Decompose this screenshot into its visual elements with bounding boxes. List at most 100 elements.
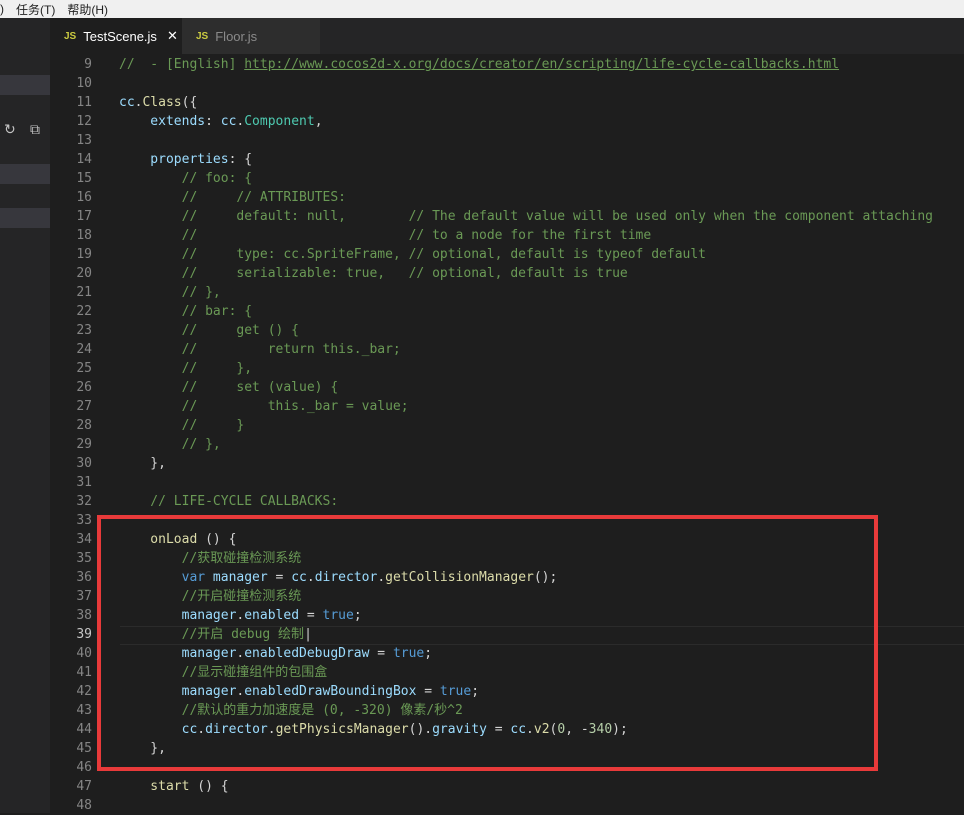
line-number: 43 (76, 703, 92, 718)
line-number: 34 (76, 532, 92, 547)
code-line[interactable]: 14 properties: { (50, 150, 964, 169)
code-text: // return this._bar; (119, 340, 401, 359)
code-token: // }, (119, 361, 253, 376)
collapse-all-icon[interactable]: ⧉ (30, 121, 40, 138)
menu-item-help[interactable]: 帮助(H) (67, 1, 108, 18)
code-line[interactable]: 16 // // ATTRIBUTES: (50, 188, 964, 207)
line-number: 45 (76, 741, 92, 756)
code-text: start () { (119, 777, 228, 796)
code-text: }, (119, 454, 166, 473)
code-text: // this._bar = value; (119, 397, 409, 416)
code-line[interactable]: 47 start () { (50, 777, 964, 796)
code-line[interactable]: 32 // LIFE-CYCLE CALLBACKS: (50, 492, 964, 511)
code-text: // foo: { (119, 169, 252, 188)
line-number: 12 (76, 114, 92, 129)
line-number: 33 (76, 513, 92, 528)
code-line[interactable]: 22 // bar: { (50, 302, 964, 321)
line-number: 19 (76, 247, 92, 262)
code-line[interactable]: 21 // }, (50, 283, 964, 302)
line-number: 14 (76, 152, 92, 167)
code-token: // default: null, // The default value w… (119, 209, 933, 224)
menu-item-partial[interactable]: ) (0, 2, 4, 16)
code-line[interactable]: 27 // this._bar = value; (50, 397, 964, 416)
line-number: 17 (76, 209, 92, 224)
menu-bar: ) 任务(T) 帮助(H) (0, 0, 964, 19)
line-number: 20 (76, 266, 92, 281)
line-number: 23 (76, 323, 92, 338)
javascript-file-icon: JS (196, 30, 209, 42)
code-token: properties (119, 152, 229, 167)
line-number: 48 (76, 798, 92, 813)
code-token: // set (value) { (119, 380, 339, 395)
line-number: 31 (76, 475, 92, 490)
code-line[interactable]: 19 // type: cc.SpriteFrame, // optional,… (50, 245, 964, 264)
tab-floor[interactable]: JS Floor.js (182, 18, 320, 54)
line-number: 21 (76, 285, 92, 300)
line-number: 15 (76, 171, 92, 186)
code-token: // foo: { (119, 171, 253, 186)
line-number: 25 (76, 361, 92, 376)
code-line[interactable]: 29 // }, (50, 435, 964, 454)
code-text: // }, (119, 283, 221, 302)
code-line[interactable]: 31 (50, 473, 964, 492)
sidebar-row[interactable] (0, 208, 50, 228)
close-icon[interactable]: ✕ (167, 28, 178, 44)
tab-testscene[interactable]: JS TestScene.js ✕ (50, 18, 182, 54)
code-line[interactable]: 9 // - [English] http://www.cocos2d-x.org… (50, 55, 964, 74)
code-text: // serializable: true, // optional, defa… (119, 264, 628, 283)
sidebar-row[interactable] (0, 75, 50, 95)
code-line[interactable]: 30 }, (50, 454, 964, 473)
line-number: 22 (76, 304, 92, 319)
code-token: }, (119, 456, 166, 471)
code-token: // bar: { (119, 304, 253, 319)
code-text: // }, (119, 359, 252, 378)
line-number: 39 (76, 627, 92, 642)
code-line[interactable]: 10 (50, 74, 964, 93)
code-line[interactable]: 24 // return this._bar; (50, 340, 964, 359)
code-line[interactable]: 48 (50, 796, 964, 815)
code-token: ({ (181, 95, 198, 110)
line-number: 30 (76, 456, 92, 471)
line-number: 27 (76, 399, 92, 414)
code-token: // return this._bar; (119, 342, 401, 357)
line-number: 10 (76, 76, 92, 91)
line-number: 36 (76, 570, 92, 585)
menu-item-tasks[interactable]: 任务(T) (16, 1, 55, 18)
code-line[interactable]: 18 // // to a node for the first time (50, 226, 964, 245)
code-line[interactable]: 12 extends: cc.Component, (50, 112, 964, 131)
code-line[interactable]: 25 // }, (50, 359, 964, 378)
line-number: 9 (84, 57, 92, 72)
code-token: // // to a node for the first time (119, 228, 652, 243)
line-number: 35 (76, 551, 92, 566)
code-line[interactable]: 15 // foo: { (50, 169, 964, 188)
code-text: // } (119, 416, 245, 435)
code-line[interactable]: 20 // serializable: true, // optional, d… (50, 264, 964, 283)
line-number: 11 (76, 95, 92, 110)
code-token: // serializable: true, // optional, defa… (119, 266, 628, 281)
line-number: 32 (76, 494, 92, 509)
code-token: Class (142, 95, 182, 110)
line-number: 41 (76, 665, 92, 680)
code-line[interactable]: 26 // set (value) { (50, 378, 964, 397)
line-number: 38 (76, 608, 92, 623)
code-token: // LIFE-CYCLE CALLBACKS: (119, 494, 339, 509)
code-line[interactable]: 23 // get () { (50, 321, 964, 340)
line-number: 40 (76, 646, 92, 661)
line-number: 13 (76, 133, 92, 148)
line-number: 26 (76, 380, 92, 395)
refresh-icon[interactable]: ↻ (4, 121, 16, 138)
code-line[interactable]: 11 cc.Class({ (50, 93, 964, 112)
code-token: Component (244, 114, 315, 129)
line-number: 29 (76, 437, 92, 452)
code-line[interactable]: 17 // default: null, // The default valu… (50, 207, 964, 226)
code-line[interactable]: 13 (50, 131, 964, 150)
editor-tab-bar: JS TestScene.js ✕ JS Floor.js (50, 18, 964, 54)
code-token: http://www.cocos2d-x.org/docs/creator/en… (244, 57, 840, 72)
code-text: // }, (119, 435, 221, 454)
code-text: // // to a node for the first time (119, 226, 652, 245)
sidebar-row[interactable] (0, 164, 50, 184)
code-line[interactable]: 28 // } (50, 416, 964, 435)
code-text: // LIFE-CYCLE CALLBACKS: (119, 492, 338, 511)
code-token: cc (220, 114, 237, 129)
code-text: extends: cc.Component, (119, 112, 322, 131)
